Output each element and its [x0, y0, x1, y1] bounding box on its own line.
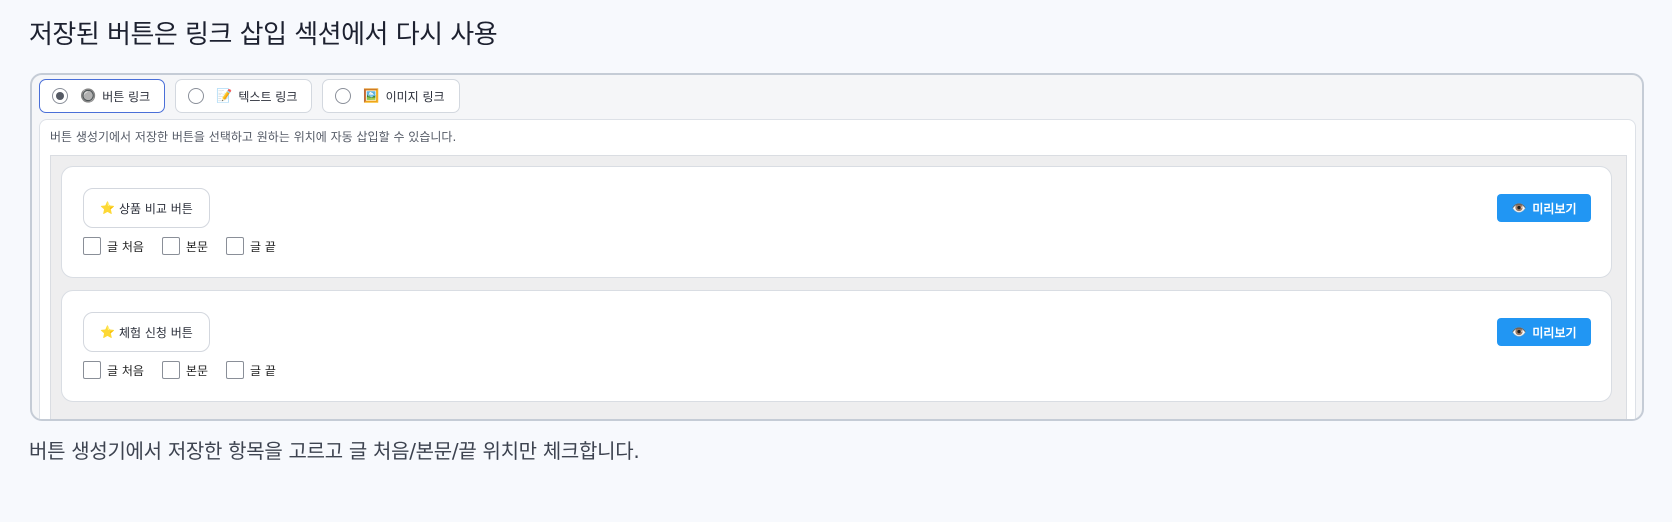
saved-button-name: 체험 신청 버튼 [118, 325, 193, 340]
star-icon: ⭐ [100, 201, 115, 215]
checkbox-label: 글 끝 [250, 239, 276, 254]
position-checkboxes: 글 처음 본문 글 끝 [83, 361, 294, 379]
preview-label: 미리보기 [1532, 201, 1577, 216]
position-start-checkbox[interactable]: 글 처음 [83, 361, 144, 379]
position-checkboxes: 글 처음 본문 글 끝 [83, 237, 294, 255]
checkbox-label: 본문 [185, 363, 209, 378]
radio-button-icon: 🔘 [80, 88, 97, 104]
tab-label: 이미지 링크 [385, 89, 445, 104]
radio-image-link[interactable] [335, 88, 352, 104]
tab-label: 텍스트 링크 [238, 89, 298, 104]
saved-button-name: 상품 비교 버튼 [118, 201, 193, 216]
saved-button-chip[interactable]: ⭐ 체험 신청 버튼 [83, 312, 210, 352]
checkbox[interactable] [161, 237, 180, 255]
tab-button-link[interactable]: 🔘 버튼 링크 [39, 79, 166, 113]
preview-button[interactable]: 👁️ 미리보기 [1497, 318, 1591, 346]
saved-button-card: ⭐ 체험 신청 버튼 글 처음 본문 글 끝 👁️ 미리보기 [61, 290, 1612, 402]
saved-button-card: ⭐ 상품 비교 버튼 글 처음 본문 글 끝 👁️ 미리보기 [61, 166, 1612, 278]
checkbox-label: 글 처음 [107, 239, 144, 254]
preview-label: 미리보기 [1532, 325, 1577, 340]
checkbox[interactable] [83, 361, 101, 379]
position-body-checkbox[interactable]: 본문 [161, 237, 209, 255]
tab-image-link[interactable]: 🖼️ 이미지 링크 [322, 79, 460, 113]
memo-icon: 📝 [216, 88, 233, 104]
checkbox[interactable] [161, 361, 180, 379]
checkbox[interactable] [226, 237, 245, 255]
saved-button-chip[interactable]: ⭐ 상품 비교 버튼 [83, 188, 210, 228]
checkbox-label: 글 끝 [250, 363, 276, 378]
position-end-checkbox[interactable]: 글 끝 [226, 237, 276, 255]
tab-text-link[interactable]: 📝 텍스트 링크 [175, 79, 313, 113]
page-title: 저장된 버튼은 링크 삽입 섹션에서 다시 사용 [29, 20, 498, 50]
checkbox-label: 글 처음 [107, 363, 144, 378]
link-type-tabs: 🔘 버튼 링크 📝 텍스트 링크 🖼️ 이미지 링크 [39, 79, 460, 113]
picture-icon: 🖼️ [363, 88, 380, 104]
section-description: 버튼 생성기에서 저장한 버튼을 선택하고 원하는 위치에 자동 삽입할 수 있… [50, 130, 457, 144]
eye-icon: 👁️ [1511, 201, 1527, 215]
checkbox[interactable] [226, 361, 245, 379]
checkbox-label: 본문 [185, 239, 209, 254]
position-start-checkbox[interactable]: 글 처음 [83, 237, 144, 255]
saved-button-list[interactable]: ⭐ 상품 비교 버튼 글 처음 본문 글 끝 👁️ 미리보기 ⭐ 체험 신청 버… [50, 155, 1627, 419]
star-icon: ⭐ [100, 325, 115, 339]
checkbox[interactable] [83, 237, 101, 255]
button-link-section: 버튼 생성기에서 저장한 버튼을 선택하고 원하는 위치에 자동 삽입할 수 있… [39, 119, 1636, 419]
radio-text-link[interactable] [188, 88, 205, 104]
footer-note: 버튼 생성기에서 저장한 항목을 고르고 글 처음/본문/끝 위치만 체크합니다… [29, 439, 640, 463]
link-insert-panel: 🔘 버튼 링크 📝 텍스트 링크 🖼️ 이미지 링크 버튼 생성기에서 저장한 … [30, 73, 1644, 421]
preview-button[interactable]: 👁️ 미리보기 [1497, 194, 1591, 222]
radio-button-link[interactable] [52, 88, 68, 104]
position-body-checkbox[interactable]: 본문 [161, 361, 209, 379]
eye-icon: 👁️ [1511, 325, 1527, 339]
tab-label: 버튼 링크 [102, 89, 151, 104]
position-end-checkbox[interactable]: 글 끝 [226, 361, 276, 379]
